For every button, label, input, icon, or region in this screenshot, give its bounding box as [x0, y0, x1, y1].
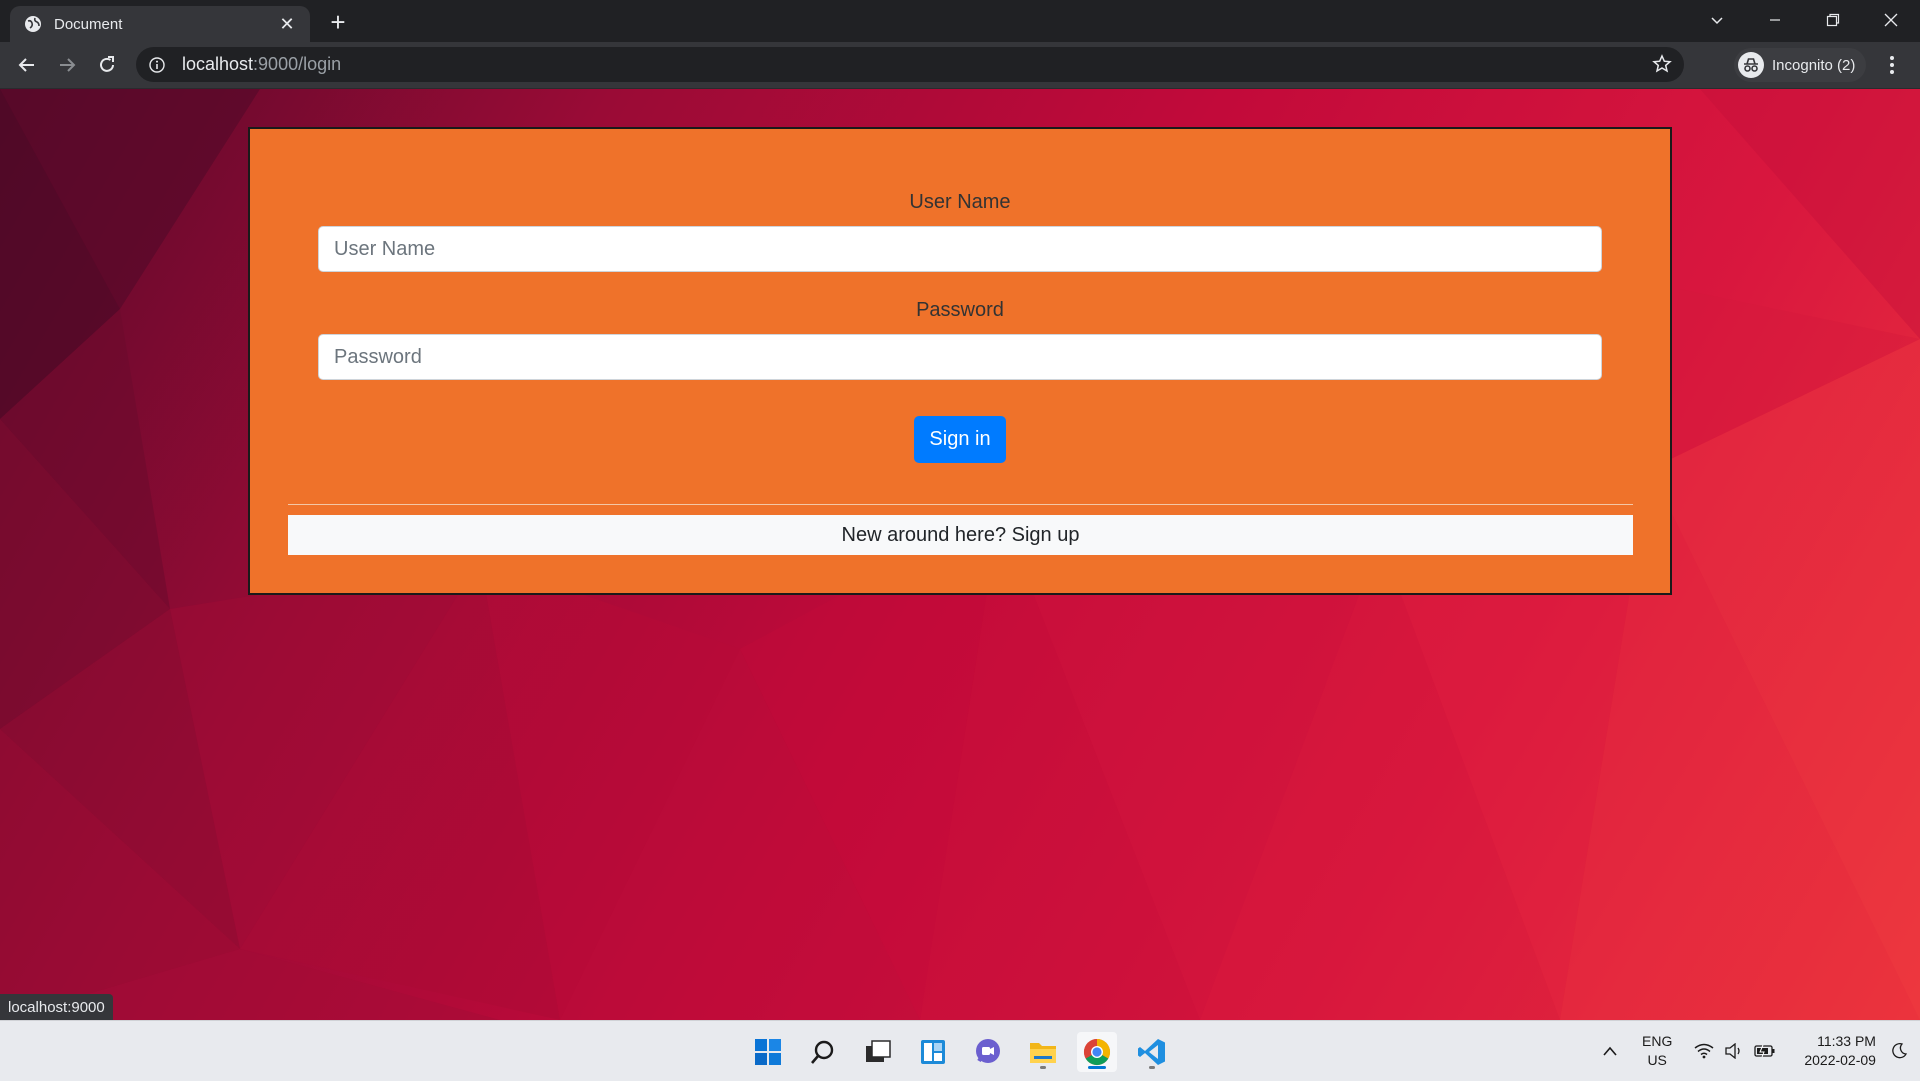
input-language[interactable]: ENG US	[1642, 1032, 1672, 1070]
tab-close-icon[interactable]: ✕	[276, 13, 298, 35]
address-bar[interactable]: localhost:9000/login	[136, 47, 1684, 82]
profile-button[interactable]: Incognito (2)	[1734, 48, 1866, 82]
login-card: User Name Password Sign in New around he…	[248, 127, 1672, 595]
sign-up-link[interactable]: New around here? Sign up	[288, 515, 1633, 555]
region-code: US	[1647, 1052, 1667, 1068]
back-icon[interactable]	[12, 50, 42, 80]
show-hidden-icons-icon[interactable]	[1598, 1045, 1622, 1057]
active-indicator	[1088, 1066, 1106, 1069]
file-explorer-icon[interactable]	[1023, 1032, 1063, 1072]
password-input[interactable]	[318, 334, 1602, 380]
wifi-icon[interactable]	[1694, 1043, 1714, 1059]
vscode-icon[interactable]	[1132, 1032, 1172, 1072]
chat-icon[interactable]	[968, 1032, 1008, 1072]
tab-title: Document	[54, 15, 123, 33]
page-viewport: User Name Password Sign in New around he…	[0, 89, 1920, 1020]
password-label: Password	[916, 299, 1004, 321]
system-tray: ENG US 11:33 PM 2022-02-09	[1598, 1021, 1908, 1081]
tab-strip: Document ✕ +	[0, 0, 1920, 42]
minimize-icon[interactable]	[1746, 0, 1804, 40]
username-label: User Name	[909, 191, 1011, 213]
search-icon[interactable]	[803, 1032, 843, 1072]
sign-in-button[interactable]: Sign in	[914, 416, 1006, 463]
running-indicator	[1149, 1066, 1155, 1069]
task-view-icon[interactable]	[858, 1032, 898, 1072]
url-text: localhost:9000/login	[182, 54, 341, 75]
form-divider	[288, 504, 1633, 505]
incognito-icon	[1738, 52, 1764, 78]
taskbar: ENG US 11:33 PM 2022-02-09	[0, 1020, 1920, 1081]
window-controls	[1688, 0, 1920, 40]
username-input[interactable]	[318, 226, 1602, 272]
clock-date: 2022-02-09	[1804, 1052, 1876, 1068]
battery-icon[interactable]	[1754, 1043, 1776, 1059]
clock[interactable]: 11:33 PM 2022-02-09	[1804, 1032, 1876, 1070]
url-host: localhost	[182, 54, 254, 74]
reload-icon[interactable]	[92, 50, 122, 80]
running-indicator	[1040, 1066, 1046, 1069]
restore-icon[interactable]	[1804, 0, 1862, 40]
close-window-icon[interactable]	[1862, 0, 1920, 40]
lang-code: ENG	[1642, 1033, 1673, 1049]
browser-toolbar: localhost:9000/login Incognito (2)	[0, 42, 1920, 89]
widgets-icon[interactable]	[913, 1032, 953, 1072]
start-icon[interactable]	[748, 1032, 788, 1072]
profile-label: Incognito (2)	[1772, 56, 1856, 74]
browser-tab[interactable]: Document ✕	[10, 6, 310, 42]
forward-icon[interactable]	[52, 50, 82, 80]
tab-search-icon[interactable]	[1688, 0, 1746, 40]
new-tab-button[interactable]: +	[324, 7, 352, 37]
clock-time: 11:33 PM	[1817, 1033, 1876, 1049]
status-bubble: localhost:9000	[0, 994, 113, 1020]
bookmark-star-icon[interactable]	[1652, 54, 1672, 74]
url-path: :9000/login	[253, 54, 342, 74]
chrome-icon[interactable]	[1077, 1032, 1117, 1072]
notifications-icon[interactable]	[1890, 1042, 1908, 1060]
browser-menu-icon[interactable]	[1880, 52, 1904, 78]
volume-icon[interactable]	[1724, 1043, 1744, 1059]
globe-icon	[24, 15, 42, 33]
site-info-icon[interactable]	[148, 56, 166, 74]
